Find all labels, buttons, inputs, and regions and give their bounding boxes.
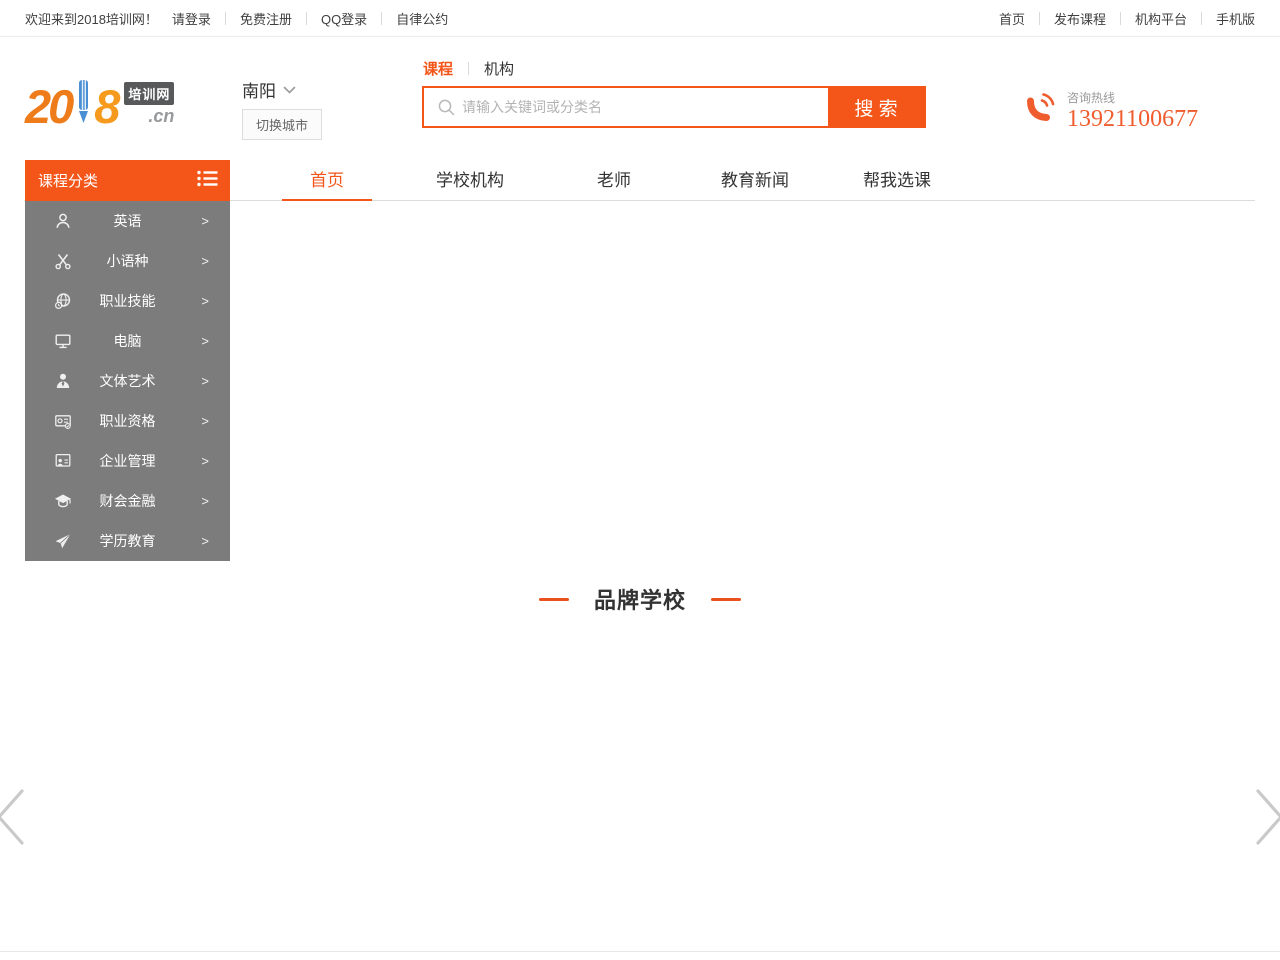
chevron-right-icon: > xyxy=(201,374,209,389)
nav-item-home[interactable]: 首页 xyxy=(310,160,344,201)
sidebar-item-professional-qualification[interactable]: 职业资格 > xyxy=(25,401,230,441)
sidebar-item-label: 小语种 xyxy=(107,251,149,271)
bottom-divider xyxy=(0,951,1280,952)
sidebar-item-label: 职业技能 xyxy=(100,291,156,311)
sidebar-item-academic-education[interactable]: 学历教育 > xyxy=(25,521,230,561)
divider xyxy=(306,12,307,25)
chevron-right-icon: > xyxy=(201,454,209,469)
list-icon xyxy=(197,170,218,191)
search-button[interactable]: 搜 索 xyxy=(828,88,924,126)
chevron-down-icon xyxy=(283,80,296,100)
nav-item-teachers[interactable]: 老师 xyxy=(597,160,631,201)
search-tabs: 课程 机构 xyxy=(423,58,514,79)
hotline-phone-number: 13921100677 xyxy=(1067,106,1198,132)
chevron-right-icon: > xyxy=(201,414,209,429)
paper-plane-icon xyxy=(54,532,72,550)
hotline-label: 咨询热线 xyxy=(1067,89,1198,106)
certificate-icon xyxy=(54,412,72,430)
pencil-icon xyxy=(76,79,91,130)
carousel-prev-button[interactable] xyxy=(0,786,29,853)
nav-item-help-choose[interactable]: 帮我选课 xyxy=(863,160,931,201)
chevron-right-icon: > xyxy=(201,214,209,229)
self-discipline-link[interactable]: 自律公约 xyxy=(396,9,448,28)
page: 欢迎来到2018培训网！ 请登录 免费注册 QQ登录 自律公约 首页 发布课程 … xyxy=(0,0,1280,960)
sidebar-item-label: 文体艺术 xyxy=(100,371,156,391)
sidebar-item-label: 英语 xyxy=(114,211,142,231)
sidebar-item-label: 电脑 xyxy=(114,331,142,351)
chevron-right-icon: > xyxy=(201,294,209,309)
divider xyxy=(225,12,226,25)
nav-item-news[interactable]: 教育新闻 xyxy=(721,160,789,201)
sidebar-item-enterprise-management[interactable]: 企业管理 > xyxy=(25,441,230,481)
sidebar-item-vocational-skills[interactable]: 职业技能 > xyxy=(25,281,230,321)
chevron-right-icon xyxy=(1251,835,1280,852)
title-dash-left xyxy=(539,598,569,601)
nav-active-underline xyxy=(282,199,372,201)
welcome-text: 欢迎来到2018培训网！ xyxy=(25,9,158,28)
graduation-cap-icon xyxy=(54,492,72,510)
city-name: 南阳 xyxy=(242,77,276,102)
hotline-texts: 咨询热线 13921100677 xyxy=(1067,89,1198,132)
search-icon xyxy=(437,98,456,122)
brand-schools-section-header: 品牌学校 xyxy=(0,583,1280,615)
qq-login-link[interactable]: QQ登录 xyxy=(321,9,367,28)
sidebar-item-label: 财会金融 xyxy=(100,491,156,511)
city-selector[interactable]: 南阳 xyxy=(242,77,296,102)
course-category-header[interactable]: 课程分类 xyxy=(25,160,230,201)
chevron-right-icon: > xyxy=(201,334,209,349)
nav-item-schools[interactable]: 学校机构 xyxy=(436,160,504,201)
divider xyxy=(468,62,469,75)
org-platform-link[interactable]: 机构平台 xyxy=(1135,9,1187,28)
sidebar-item-minor-languages[interactable]: 小语种 > xyxy=(25,241,230,281)
search-input[interactable] xyxy=(424,88,828,126)
scissors-icon xyxy=(54,252,72,270)
register-link[interactable]: 免费注册 xyxy=(240,9,292,28)
chevron-right-icon: > xyxy=(201,254,209,269)
sidebar-item-finance-accounting[interactable]: 财会金融 > xyxy=(25,481,230,521)
mobile-version-link[interactable]: 手机版 xyxy=(1216,9,1255,28)
artist-icon xyxy=(54,372,72,390)
hotline: 咨询热线 13921100677 xyxy=(1022,89,1198,132)
sidebar-item-label: 学历教育 xyxy=(100,531,156,551)
person-icon xyxy=(54,212,72,230)
topbar: 欢迎来到2018培训网！ 请登录 免费注册 QQ登录 自律公约 首页 发布课程 … xyxy=(0,0,1280,37)
logo-badge: 培训网 xyxy=(124,82,174,105)
sidebar-item-computer[interactable]: 电脑 > xyxy=(25,321,230,361)
globe-icon xyxy=(54,292,72,310)
logo-suffix: .cn xyxy=(148,106,174,127)
category-sidebar: 英语 > 小语种 > xyxy=(25,201,230,561)
monitor-icon xyxy=(54,332,72,350)
course-category-label: 课程分类 xyxy=(38,170,98,191)
title-dash-right xyxy=(711,598,741,601)
topbar-right: 首页 发布课程 机构平台 手机版 xyxy=(999,0,1255,37)
publish-course-link[interactable]: 发布课程 xyxy=(1054,9,1106,28)
topbar-left: 欢迎来到2018培训网！ 请登录 免费注册 QQ登录 自律公约 xyxy=(25,0,448,37)
chevron-right-icon: > xyxy=(201,494,209,509)
chevron-left-icon xyxy=(0,835,29,852)
divider xyxy=(381,12,382,25)
divider xyxy=(1201,12,1202,25)
tab-organizations[interactable]: 机构 xyxy=(484,58,514,79)
home-link[interactable]: 首页 xyxy=(999,9,1025,28)
sidebar-item-culture-sports-arts[interactable]: 文体艺术 > xyxy=(25,361,230,401)
logo-digits-20: 20 xyxy=(25,80,71,133)
section-title: 品牌学校 xyxy=(594,583,686,615)
presentation-icon xyxy=(54,452,72,470)
divider xyxy=(1120,12,1121,25)
logo-digit-2: 20 xyxy=(25,86,71,128)
switch-city-button[interactable]: 切换城市 xyxy=(242,109,322,140)
phone-icon xyxy=(1022,89,1058,132)
tab-courses[interactable]: 课程 xyxy=(423,58,453,79)
sidebar-item-english[interactable]: 英语 > xyxy=(25,201,230,241)
logo-side: 培训网 .cn xyxy=(124,82,174,128)
login-link[interactable]: 请登录 xyxy=(172,9,211,28)
divider xyxy=(1039,12,1040,25)
search-box: 搜 索 xyxy=(422,86,926,128)
carousel-next-button[interactable] xyxy=(1251,786,1280,853)
chevron-right-icon: > xyxy=(201,534,209,549)
site-logo[interactable]: 20 8 培训网 .cn xyxy=(25,79,174,128)
sidebar-item-label: 企业管理 xyxy=(100,451,156,471)
sidebar-item-label: 职业资格 xyxy=(100,411,156,431)
logo-digit-8: 8 xyxy=(94,86,117,128)
